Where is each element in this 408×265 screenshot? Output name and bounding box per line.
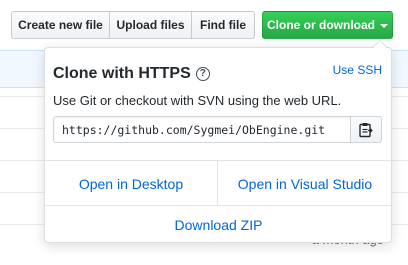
clone-title-text: Clone with HTTPS [53, 65, 191, 82]
copy-url-button[interactable] [350, 116, 382, 143]
use-ssh-link[interactable]: Use SSH [333, 63, 382, 77]
clone-url-input[interactable] [53, 116, 350, 143]
dropdown-pointer [372, 40, 388, 48]
find-file-button[interactable]: Find file [191, 11, 255, 39]
clone-title: Clone with HTTPS ? [53, 65, 210, 83]
clipboard-icon [359, 122, 373, 137]
question-circle-icon[interactable]: ? [195, 67, 210, 81]
open-in-desktop-button[interactable]: Open in Desktop [45, 161, 217, 206]
clone-url-group [53, 116, 382, 143]
download-zip-button[interactable]: Download ZIP [45, 206, 392, 243]
caret-down-icon [380, 24, 388, 28]
clone-or-download-button[interactable]: Clone or download [262, 11, 393, 39]
create-new-file-button[interactable]: Create new file [11, 11, 110, 39]
clone-description: Use Git or checkout with SVN using the w… [53, 93, 342, 108]
upload-files-button[interactable]: Upload files [109, 11, 192, 39]
clone-or-download-label: Clone or download [267, 18, 375, 32]
open-in-visual-studio-button[interactable]: Open in Visual Studio [218, 161, 392, 206]
clone-dropdown: Clone with HTTPS ? Use SSH Use Git or ch… [44, 40, 392, 243]
